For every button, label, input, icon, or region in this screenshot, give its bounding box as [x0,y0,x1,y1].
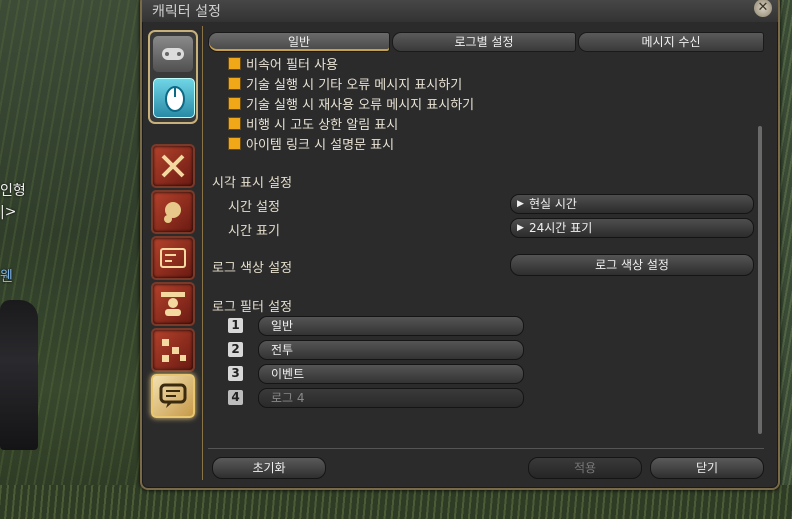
caret-right-icon: ▶ [517,223,524,233]
apply-button[interactable]: 적용 [528,457,642,479]
input-mode-toggle[interactable] [148,30,198,124]
background-label: 인형 [0,183,26,199]
checkbox-label: 아이템 링크 시 설명문 표시 [246,138,395,153]
log-filter-button[interactable]: 이벤트 [258,364,524,384]
tab-message-receive[interactable]: 메시지 수신 [578,32,764,52]
background-label: 웬 [0,269,13,285]
log-filter-label: 이벤트 [271,367,305,381]
category-sidebar [148,30,198,480]
gamepad-icon[interactable] [153,36,193,72]
checkbox[interactable] [228,97,241,110]
log-filter-label: 일반 [271,319,294,333]
background-label: |> [0,204,17,220]
log-filter-button[interactable]: 전투 [258,340,524,360]
reset-button[interactable]: 초기화 [212,457,326,479]
footer-divider [208,448,764,449]
card-icon[interactable] [151,236,195,280]
caret-right-icon: ▶ [517,199,524,209]
time-display-label: 시간 표기 [228,224,280,239]
time-setting-dropdown[interactable]: ▶ 현실 시간 [510,194,754,214]
log-filter-button[interactable]: 일반 [258,316,524,336]
tab-bar: 일반 로그별 설정 메시지 수신 [208,32,768,52]
time-setting-label: 시간 설정 [228,200,280,215]
tab-general[interactable]: 일반 [208,32,390,52]
background-grass [0,485,792,519]
close-icon[interactable]: ✕ [754,0,772,17]
log-filter-label: 로그 4 [271,391,305,405]
log-color-label: 로그 색상 설정 [212,261,293,276]
checkbox[interactable] [228,77,241,90]
tab-log-settings[interactable]: 로그별 설정 [392,32,576,52]
mouse-icon[interactable] [153,78,195,118]
time-display-dropdown[interactable]: ▶ 24시간 표기 [510,218,754,238]
sidebar-divider [202,26,203,480]
settings-content: 비속어 필터 사용 기술 실행 시 기타 오류 메시지 표시하기 기술 실행 시… [208,52,760,442]
number-two-icon: 2 [228,342,243,357]
log-filter-button[interactable]: 로그 4 [258,388,524,408]
checkbox-label: 기술 실행 시 기타 오류 메시지 표시하기 [246,78,463,93]
time-display-value: 24시간 표기 [529,221,593,235]
chat-log-icon[interactable] [151,374,195,418]
log-filter-label: 전투 [271,343,294,357]
number-three-icon: 3 [228,366,243,381]
checkbox[interactable] [228,137,241,150]
character-settings-window: 캐릭터 설정 ✕ 일반 로그별 설정 메시지 수신 비속어 필터 사용 기술 실… [140,0,780,490]
number-one-icon: 1 [228,318,243,333]
character-icon[interactable] [151,282,195,326]
time-setting-value: 현실 시간 [529,197,577,211]
close-button[interactable]: 닫기 [650,457,764,479]
visual-settings-header: 시각 표시 설정 [212,176,293,191]
checkbox-label: 비행 시 고도 상한 알림 표시 [246,118,399,133]
pattern-icon[interactable] [151,328,195,372]
title-bar[interactable]: 캐릭터 설정 ✕ [142,0,778,22]
window-title: 캐릭터 설정 [152,4,221,20]
log-color-button[interactable]: 로그 색상 설정 [510,254,754,276]
log-filter-header: 로그 필터 설정 [212,300,293,315]
checkbox[interactable] [228,117,241,130]
checkbox-label: 비속어 필터 사용 [246,58,338,73]
number-four-icon: 4 [228,390,243,405]
player-character [0,300,38,450]
checkbox[interactable] [228,57,241,70]
expand-arrows-icon[interactable] [151,144,195,188]
items-icon[interactable] [151,190,195,234]
checkbox-label: 기술 실행 시 재사용 오류 메시지 표시하기 [246,98,475,113]
scrollbar[interactable] [758,126,762,434]
